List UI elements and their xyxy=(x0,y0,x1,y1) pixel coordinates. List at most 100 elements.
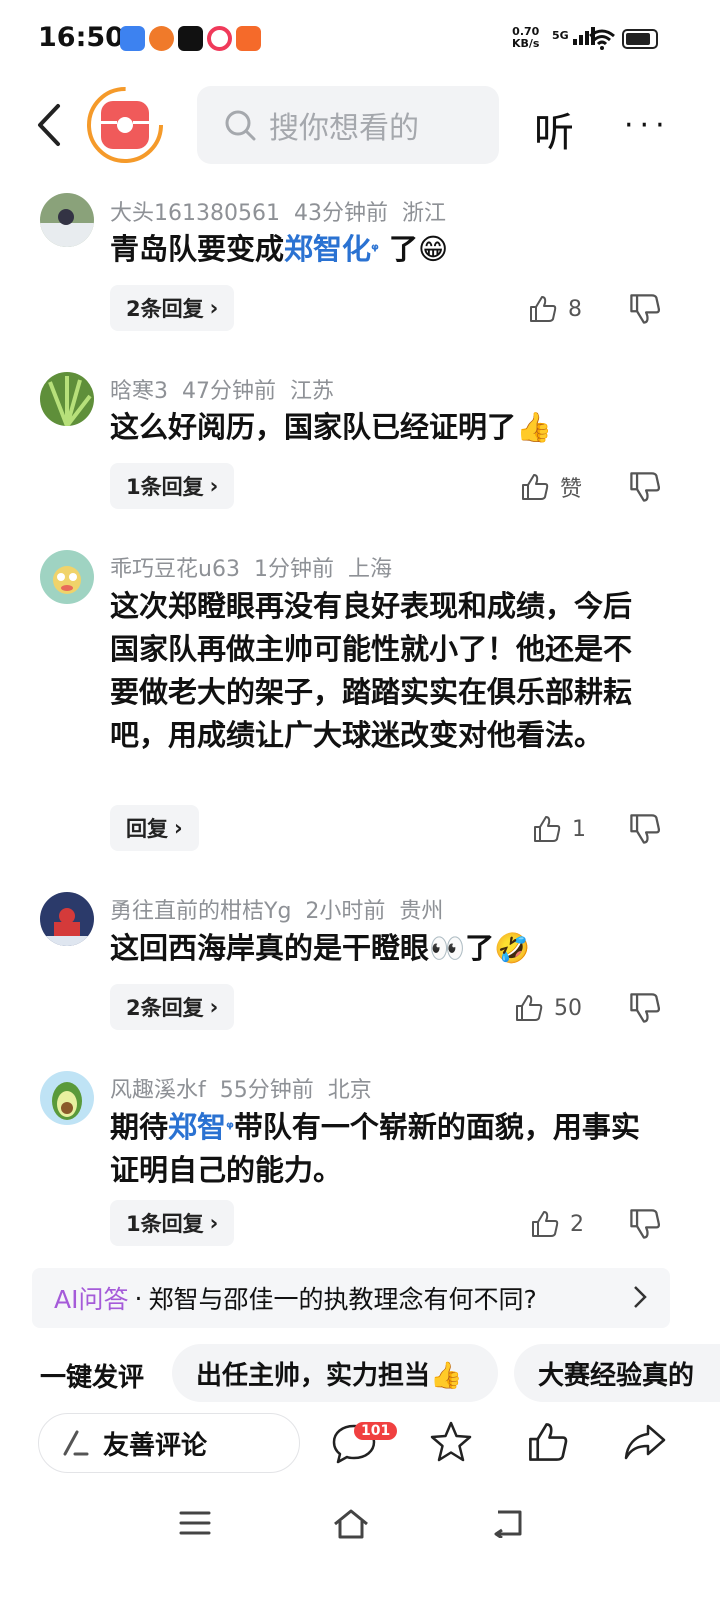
favorite-star-icon[interactable] xyxy=(428,1420,474,1464)
back-nav-icon[interactable] xyxy=(490,1508,524,1538)
thumbs-up-icon xyxy=(522,474,549,500)
thumbs-up-icon xyxy=(534,816,561,842)
comment-meta: 晗寒3 47分钟前 江苏 xyxy=(110,373,348,405)
chevron-right-icon: › xyxy=(209,474,219,498)
avatar[interactable] xyxy=(40,193,94,247)
comment-count-badge: 101 xyxy=(354,1422,398,1440)
wifi-icon xyxy=(589,29,615,50)
like-button[interactable]: 赞 xyxy=(520,467,582,507)
app-notification-icon xyxy=(120,26,145,51)
status-app-icons xyxy=(120,26,261,54)
reply-button[interactable]: 2条回复 › xyxy=(110,984,235,1030)
ai-dot: · xyxy=(134,1283,143,1313)
avatar[interactable] xyxy=(40,892,94,946)
thumbs-up-icon xyxy=(530,296,557,322)
like-button[interactable]: 2 xyxy=(530,1204,584,1244)
tiktok-icon xyxy=(178,26,203,51)
thumbs-down-icon[interactable] xyxy=(628,991,662,1025)
comment-location: 江苏 xyxy=(290,379,335,404)
app-notification-icon xyxy=(149,26,174,51)
emoji: 🤣 xyxy=(494,931,531,965)
thumbs-down-icon[interactable] xyxy=(628,292,662,326)
avatar[interactable] xyxy=(40,550,94,604)
reply-button[interactable]: 1条回复 › xyxy=(110,1200,235,1246)
ai-question-bar[interactable]: AI问答 · 郑智与邵佳一的执教理念有何不同? xyxy=(32,1268,670,1328)
comment-time: 55分钟前 xyxy=(219,1078,314,1103)
thumbs-down-icon[interactable] xyxy=(628,470,662,504)
reply-button[interactable]: 2条回复 › xyxy=(110,285,235,331)
reply-button[interactable]: 1条回复 › xyxy=(110,463,235,509)
comment-meta: 勇往直前的柑桔Yg 2小时前 贵州 xyxy=(110,893,457,925)
like-count: 8 xyxy=(568,296,582,322)
chevron-right-icon: › xyxy=(209,296,219,320)
comment-username[interactable]: 乖巧豆花u63 xyxy=(110,557,240,582)
comment-username[interactable]: 晗寒3 xyxy=(110,379,168,404)
emoji: 👍 xyxy=(516,410,553,444)
taobao-icon xyxy=(236,26,261,51)
comment-time: 1分钟前 xyxy=(253,557,334,582)
keyword-link[interactable]: 郑智 xyxy=(168,1110,226,1144)
thumbs-up-icon xyxy=(532,1211,559,1237)
app-notification-icon xyxy=(207,26,232,51)
keyword-link[interactable]: 郑智化 xyxy=(284,232,371,266)
comment-meta: 乖巧豆花u63 1分钟前 上海 xyxy=(110,551,406,583)
comment-text: 期待郑智ᵠ带队有一个崭新的面貌，用事实证明自己的能力。 xyxy=(110,1110,640,1187)
comment-location: 贵州 xyxy=(399,899,444,924)
home-icon[interactable] xyxy=(332,1508,370,1540)
comment-time: 2小时前 xyxy=(305,899,386,924)
quick-comment-chip[interactable]: 大赛经验真的 xyxy=(514,1344,720,1402)
menu-icon[interactable] xyxy=(178,1508,212,1538)
chevron-right-icon: › xyxy=(174,816,183,840)
emoji: 😁 xyxy=(418,232,449,266)
comment-text: 这次郑瞪眼再没有良好表现和成绩，今后国家队再做主帅可能性就小了！他还是不要做老大… xyxy=(110,589,633,752)
comment-username[interactable]: 风趣溪水f xyxy=(110,1078,206,1103)
like-article-icon[interactable] xyxy=(526,1420,570,1464)
channel-logo[interactable] xyxy=(86,86,164,164)
like-button[interactable]: 1 xyxy=(532,809,586,849)
comment-location: 浙江 xyxy=(401,201,446,226)
network-speed: 0.70 KB/s xyxy=(512,25,540,50)
like-count: 赞 xyxy=(560,477,583,502)
share-icon[interactable] xyxy=(622,1420,668,1464)
battery-icon xyxy=(622,29,658,49)
chevron-right-icon[interactable] xyxy=(630,1283,650,1311)
thumbs-up-icon xyxy=(516,995,543,1021)
comment-location: 北京 xyxy=(327,1078,372,1103)
pen-icon xyxy=(63,1430,89,1456)
chevron-right-icon: › xyxy=(209,995,219,1019)
ai-tag: AI问答 xyxy=(54,1285,129,1314)
avatar[interactable] xyxy=(40,1071,94,1125)
status-time: 16:50 xyxy=(38,22,124,53)
write-comment-input[interactable]: 友善评论 xyxy=(38,1413,300,1473)
reply-button[interactable]: 回复 › xyxy=(110,805,199,851)
thumbs-down-icon[interactable] xyxy=(628,1207,662,1241)
avatar[interactable] xyxy=(40,372,94,426)
comment-meta: 大头161380561 43分钟前 浙江 xyxy=(110,195,460,227)
back-icon[interactable] xyxy=(30,100,70,150)
comment-text: 这么好阅历，国家队已经证明了👍 xyxy=(110,410,553,444)
like-count: 1 xyxy=(572,816,586,842)
comment-meta: 风趣溪水f 55分钟前 北京 xyxy=(110,1072,386,1104)
comment-location: 上海 xyxy=(347,557,392,582)
like-button[interactable]: 50 xyxy=(514,988,582,1028)
like-count: 50 xyxy=(554,995,582,1021)
chevron-right-icon: › xyxy=(209,1211,219,1235)
emoji: 👀 xyxy=(429,931,466,965)
comment-text: 这回西海岸真的是干瞪眼👀了🤣 xyxy=(110,931,531,965)
comment-time: 43分钟前 xyxy=(293,201,388,226)
comment-time: 47分钟前 xyxy=(182,379,276,404)
search-icon xyxy=(225,110,256,141)
comment-username[interactable]: 大头161380561 xyxy=(110,201,280,226)
quick-comment-chip[interactable]: 出任主帅，实力担当👍 xyxy=(172,1344,498,1402)
listen-button[interactable]: 听 xyxy=(534,100,574,158)
comment-text: 青岛队要变成郑智化ᵠ 了😁 xyxy=(110,232,449,266)
search-input[interactable]: 搜你想看的 xyxy=(197,86,499,164)
search-link-icon: ᵠ xyxy=(226,1118,234,1137)
search-placeholder: 搜你想看的 xyxy=(269,111,419,146)
comment-username[interactable]: 勇往直前的柑桔Yg xyxy=(110,899,291,924)
like-button[interactable]: 8 xyxy=(528,289,582,329)
more-button[interactable]: ··· xyxy=(624,108,671,143)
thumbs-down-icon[interactable] xyxy=(628,812,662,846)
search-link-icon: ᵠ xyxy=(371,240,379,259)
ai-question: 郑智与邵佳一的执教理念有何不同? xyxy=(148,1285,537,1314)
